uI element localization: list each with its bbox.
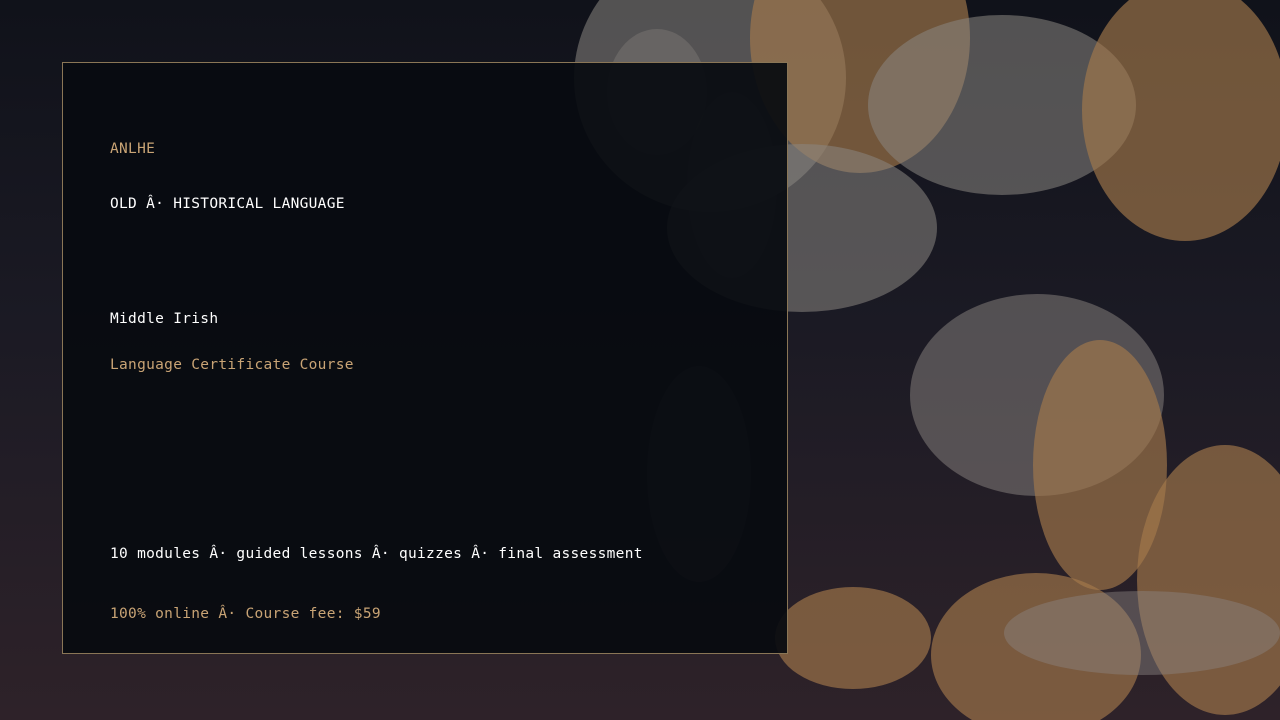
course-card: ANLHE OLD Â· HISTORICAL LANGUAGE Middle … bbox=[62, 62, 788, 654]
course-pricing: 100% online Â· Course fee: $59 bbox=[110, 606, 381, 622]
course-subtitle: Language Certificate Course bbox=[110, 357, 354, 373]
brand-name: ANLHE bbox=[110, 141, 156, 157]
course-details: 10 modules Â· guided lessons Â· quizzes … bbox=[110, 546, 643, 562]
course-title: Middle Irish bbox=[110, 311, 219, 327]
bokeh-circle bbox=[1082, 0, 1280, 241]
bokeh-circle bbox=[775, 587, 931, 689]
bokeh-circle bbox=[1004, 591, 1280, 675]
course-category: OLD Â· HISTORICAL LANGUAGE bbox=[110, 196, 345, 212]
